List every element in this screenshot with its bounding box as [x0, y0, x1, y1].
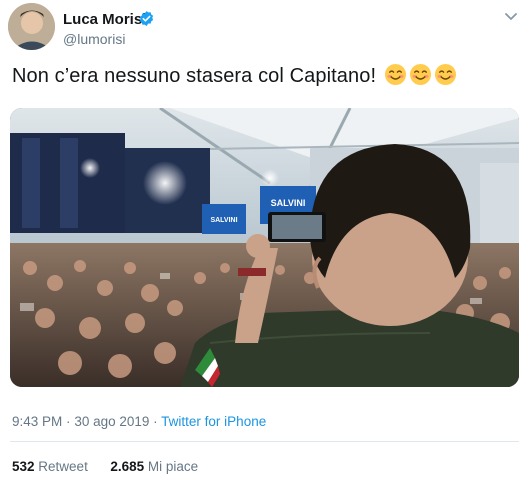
divider — [10, 441, 519, 442]
tweet-date[interactable]: 30 ago 2019 — [74, 414, 149, 429]
meta-separator: · — [66, 414, 71, 429]
avatar[interactable] — [8, 3, 55, 50]
author-name[interactable]: Luca Morisi — [63, 11, 146, 28]
retweet-label: Retweet — [38, 459, 88, 474]
chevron-down-icon[interactable] — [504, 12, 518, 22]
like-stat[interactable]: 2.685 Mi piace — [110, 459, 198, 474]
tweet-media-video[interactable]: SALVINI SALVINI — [10, 108, 519, 387]
tweet-text-content: Non c’era nessuno stasera col Capitano! — [12, 65, 377, 87]
tweet-time[interactable]: 9:43 PM — [12, 414, 62, 429]
like-label: Mi piace — [147, 459, 199, 474]
meta-separator: · — [153, 414, 158, 429]
smiling-face-icon — [409, 63, 431, 86]
tweet-stats: 532 Retweet 2.685 Mi piace — [12, 459, 198, 474]
retweet-stat[interactable]: 532 Retweet — [12, 459, 88, 474]
campaign-sign: SALVINI — [202, 204, 246, 234]
sign-text: SALVINI — [271, 198, 306, 208]
tweet-text: Non c’era nessuno stasera col Capitano! — [12, 63, 457, 88]
tweet-meta: 9:43 PM · 30 ago 2019 · Twitter for iPho… — [12, 414, 266, 429]
smiling-face-icon — [384, 63, 406, 86]
smiling-face-icon — [434, 63, 456, 86]
verified-badge-icon — [139, 11, 154, 26]
retweet-count: 532 — [12, 459, 35, 474]
author-handle[interactable]: @lumorisi — [63, 31, 125, 47]
sign-text: SALVINI — [210, 217, 237, 224]
video-frame: SALVINI SALVINI — [10, 108, 519, 387]
tweet-source-link[interactable]: Twitter for iPhone — [161, 414, 266, 429]
like-count: 2.685 — [110, 459, 145, 474]
